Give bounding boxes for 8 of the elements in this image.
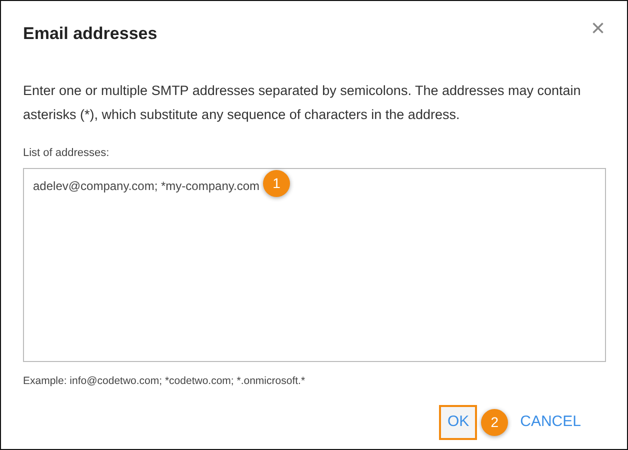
example-text: Example: info@codetwo.com; *codetwo.com; *.onmicrosoft.* [23, 374, 306, 388]
dialog-title: Email addresses [23, 24, 158, 44]
description-text: Enter one or multiple SMTP addresses separated by semicolons. The addresses may contain asterisks (*), which substitute any sequence of characters in the address. [23, 82, 582, 124]
cancel-button[interactable]: CANCEL [512, 405, 589, 440]
ok-button[interactable]: OK [439, 405, 478, 440]
field-label: List of addresses: [23, 146, 110, 161]
callout-badge: 2 [481, 409, 508, 436]
close-button[interactable]: × [588, 17, 607, 41]
